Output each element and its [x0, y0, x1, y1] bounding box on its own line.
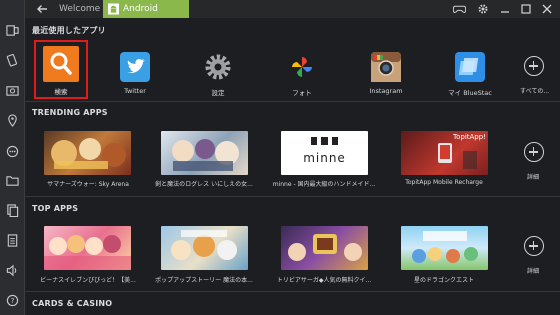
minimize-icon[interactable]: [499, 3, 511, 15]
top-app-label: ビーナスイレブンびびっど！【美...: [40, 277, 136, 284]
section-divider: [25, 291, 560, 292]
app-label: マイ BlueStac: [448, 89, 492, 97]
gamepad-icon[interactable]: [452, 3, 467, 15]
top-app-thumbnail-popup-story[interactable]: [161, 226, 248, 270]
trending-app-thumbnail-topitapp[interactable]: TopitApp!: [401, 131, 488, 175]
copy-icon[interactable]: [4, 202, 21, 219]
svg-text:?: ?: [11, 296, 15, 305]
app-label: 設定: [211, 89, 225, 97]
rotate-icon[interactable]: [4, 52, 21, 69]
recent-app-photos[interactable]: フォト: [273, 52, 331, 97]
top-more-label[interactable]: 詳細: [527, 266, 539, 275]
search-icon: [43, 46, 79, 82]
trending-more-label[interactable]: 詳細: [527, 172, 539, 181]
recent-app-my-bluestacks[interactable]: マイ BlueStac: [441, 52, 499, 97]
top-app-label: トリビアサーガ◆人気の無料クイ...: [276, 277, 372, 284]
app-label: Instagram: [369, 87, 403, 95]
gear-icon: [203, 52, 233, 82]
home-screen: 最近使用したアプリ 検索 Twitter 設定 フォト Instagram マイ…: [25, 18, 560, 315]
bluestacks-window: ? Welcome Android 最近使用したアプリ 検索 Twitter 設…: [0, 0, 560, 315]
pinwheel-icon: [287, 52, 317, 82]
recent-app-settings[interactable]: 設定: [189, 52, 247, 97]
top-apps-title: TOP APPS: [32, 204, 79, 213]
trending-app-thumbnail-logres[interactable]: [161, 131, 248, 175]
top-app-label: 星のドラゴンクエスト: [413, 277, 474, 284]
all-apps-plus-icon[interactable]: [524, 56, 544, 76]
trending-app-thumbnail-minne[interactable]: minne: [281, 131, 368, 175]
document-icon[interactable]: [4, 232, 21, 249]
multi-window-icon[interactable]: [4, 22, 21, 39]
screenshot-icon[interactable]: [4, 82, 21, 99]
gear-icon[interactable]: [477, 3, 489, 15]
tab-welcome-label: Welcome: [59, 4, 101, 14]
all-apps-label[interactable]: すべての...: [520, 86, 549, 95]
trending-apps-title: TRENDING APPS: [32, 108, 108, 117]
top-app-label: ポップアップストーリー 魔法の本...: [155, 277, 253, 284]
left-toolbar: ?: [0, 0, 25, 315]
trending-app-label: TopitApp Mobile Recharge: [405, 179, 483, 186]
topitapp-banner-text: TopitApp!: [453, 133, 486, 141]
folder-icon[interactable]: [4, 172, 21, 189]
twitter-bird-icon: [120, 52, 150, 82]
bluestacks-icon: [455, 52, 485, 82]
trending-app-thumbnail-summoners-war[interactable]: [44, 131, 131, 175]
recent-app-instagram[interactable]: Instagram: [357, 52, 415, 95]
top-app-thumbnail-hoshi-dq[interactable]: [401, 226, 488, 270]
trending-more-plus-icon[interactable]: [524, 142, 544, 162]
cards-casino-title: CARDS & CASINO: [32, 299, 113, 308]
title-bar: Welcome Android: [25, 0, 560, 18]
maximize-icon[interactable]: [520, 3, 532, 15]
chat-icon[interactable]: [4, 143, 21, 160]
top-app-thumbnail-trivia-saga[interactable]: [281, 226, 368, 270]
camera-icon: [371, 52, 401, 82]
app-label: Twitter: [124, 87, 146, 95]
android-icon: [108, 3, 119, 15]
help-icon[interactable]: ?: [4, 292, 21, 309]
section-divider: [25, 101, 560, 102]
location-icon[interactable]: [4, 112, 21, 129]
trending-app-label: 剣と魔法のログレス いにしえの女...: [155, 181, 253, 188]
back-arrow-icon[interactable]: [35, 2, 49, 16]
recent-app-twitter[interactable]: Twitter: [106, 52, 164, 95]
top-more-plus-icon[interactable]: [524, 236, 544, 256]
recent-app-search[interactable]: 検索: [34, 40, 88, 99]
minne-logo-text: minne: [303, 151, 346, 165]
section-divider: [25, 196, 560, 197]
trending-app-label: サマナーズウォー: Sky Arena: [47, 181, 129, 188]
app-label: フォト: [292, 89, 312, 97]
tab-android-label: Android: [123, 4, 158, 14]
close-icon[interactable]: [541, 3, 553, 15]
trending-app-label: minne - 国内最大級のハンドメイド...: [272, 181, 376, 188]
recent-apps-title: 最近使用したアプリ: [32, 26, 106, 35]
top-app-thumbnail-venus-eleven[interactable]: [44, 226, 131, 270]
volume-icon[interactable]: [4, 262, 21, 279]
tab-android[interactable]: Android: [103, 0, 189, 18]
app-label: 検索: [54, 88, 68, 96]
